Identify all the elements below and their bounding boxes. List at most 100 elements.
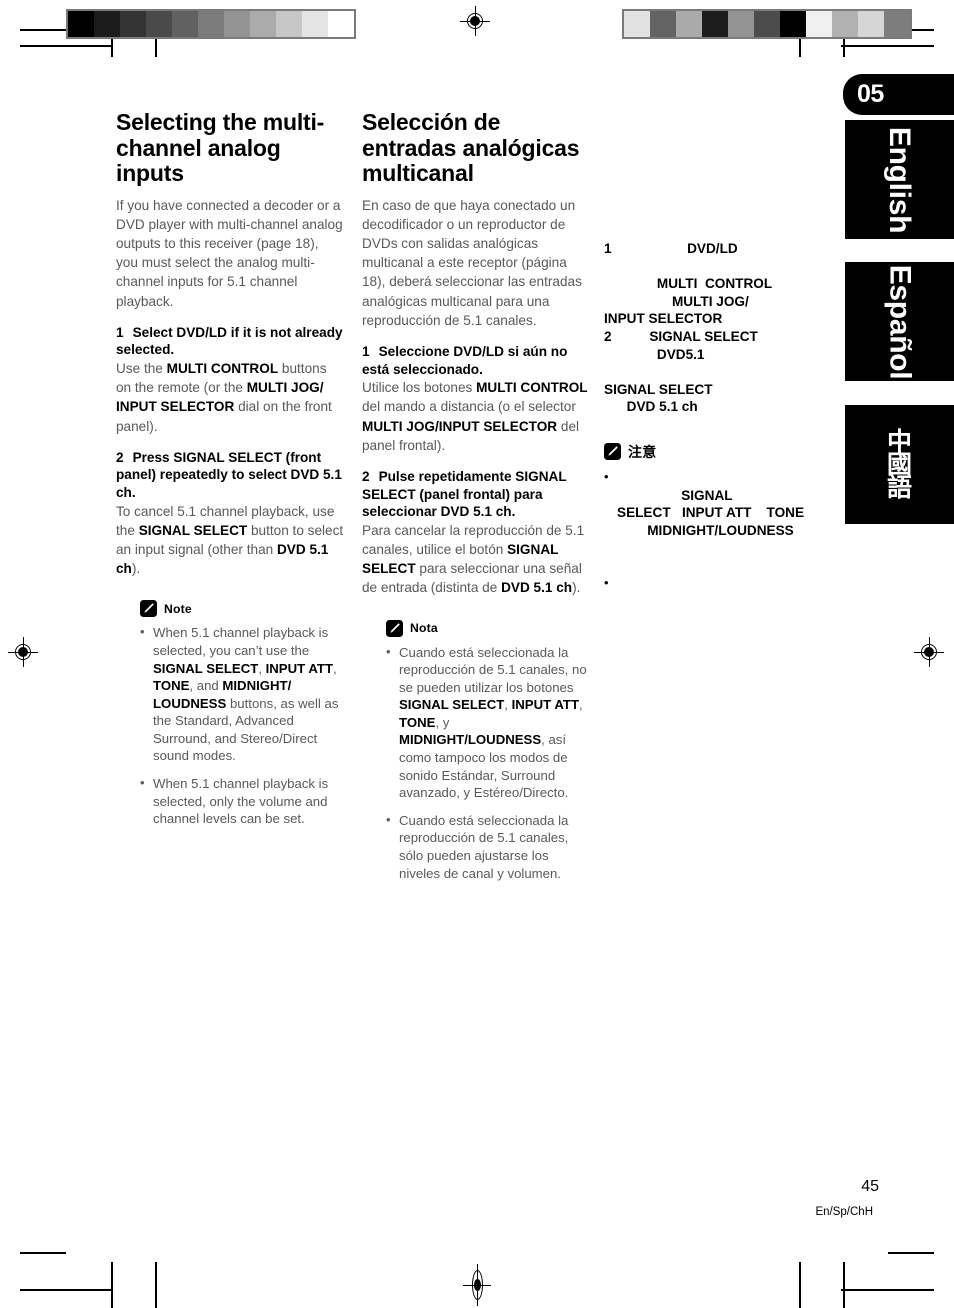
chapter-number-badge: 05 xyxy=(843,74,954,115)
column-espanol: Selección de entradas analógicas multica… xyxy=(362,109,592,892)
wedge-step-6 xyxy=(780,11,806,37)
step2-body-espanol: Para cancelar la reproducción de 5.1 can… xyxy=(362,521,592,598)
b: DVD 5.1 ch xyxy=(501,580,573,596)
t: Cuando está seleccionada la reproducción… xyxy=(399,812,569,881)
note-header-chinese: 注意 xyxy=(604,442,844,462)
t: del mando a distancia (o el selector xyxy=(362,399,576,415)
language-tab-chinese[interactable]: 中國語 xyxy=(845,405,954,524)
chinese-body-line: 2 SIGNAL SELECT xyxy=(604,328,758,344)
step2-title-english: 2 Press SIGNAL SELECT (front panel) repea… xyxy=(116,449,344,502)
step2-title-text-espanol: Pulse repetidamente SIGNAL SELECT (panel… xyxy=(362,468,567,520)
note-title-espanol: Nota xyxy=(410,621,438,636)
t: When 5.1 channel playback is selected, o… xyxy=(153,776,329,827)
intro-espanol: En caso de que haya conectado un decodif… xyxy=(362,197,582,328)
b: SIGNAL SELECT xyxy=(138,522,248,538)
b: TONE xyxy=(399,714,436,730)
wedge-step-8 xyxy=(276,11,302,37)
page-number: 45 xyxy=(861,1178,879,1195)
step1-body-espanol: Utilice los botones MULTI CONTROL del ma… xyxy=(362,378,592,455)
note-block-chinese: 注意 SIGNAL SELECT INPUT ATT TONE MIDNIGHT/… xyxy=(604,442,844,592)
wedge-step-7 xyxy=(250,11,276,37)
wedge-step-6 xyxy=(224,11,250,37)
chinese-body-line: MULTI CONTROL xyxy=(604,276,773,292)
wedge-step-1 xyxy=(650,11,676,37)
t: Cuando está seleccionada la reproducción… xyxy=(399,644,587,695)
t: , and xyxy=(189,678,223,694)
column-chinese: 1 DVD/LD MULTI CONTROL MULTI JOG/INPUT S… xyxy=(604,110,844,592)
t: , xyxy=(504,697,512,713)
chinese-body-line: INPUT SELECTOR xyxy=(604,311,723,327)
column-english: Selecting the multi-channel analog input… xyxy=(116,109,344,838)
wedge-step-2 xyxy=(676,11,702,37)
wedge-step-3 xyxy=(702,11,728,37)
step1-title-espanol: 1 Seleccione DVD/LD si aún no está selecc… xyxy=(362,343,592,378)
note-item: When 5.1 channel playback is selected, o… xyxy=(140,774,344,828)
wedge-step-4 xyxy=(172,11,198,37)
t: , xyxy=(579,697,583,713)
language-tab-chinese-glyph: 語 xyxy=(886,473,912,502)
chinese-body-lines: 1 DVD/LD MULTI CONTROL MULTI JOG/INPUT S… xyxy=(604,240,844,416)
registration-mark-right-middle xyxy=(914,637,944,667)
step1-number-espanol: 1 xyxy=(362,343,370,359)
chinese-body-line xyxy=(604,258,844,276)
b: MULTI CONTROL xyxy=(476,380,588,396)
wedge-step-1 xyxy=(94,11,120,37)
t: SIGNAL xyxy=(617,487,733,503)
note-item: Cuando está seleccionada la reproducción… xyxy=(386,643,592,802)
t: Use the xyxy=(116,360,167,376)
wedge-step-2 xyxy=(120,11,146,37)
step2-title-text-english: Press SIGNAL SELECT (front panel) repeat… xyxy=(116,449,342,500)
step2-number-espanol: 2 xyxy=(362,468,370,484)
language-tab-english[interactable]: English xyxy=(845,120,954,239)
t: When 5.1 channel playback is selected, y… xyxy=(153,625,329,658)
note-list-english: When 5.1 channel playback is selected, y… xyxy=(140,623,344,828)
chinese-body-line: SIGNAL SELECT xyxy=(604,381,713,397)
language-tab-espanol-label: Español xyxy=(883,264,917,379)
t: , y xyxy=(435,714,450,730)
note-list-espanol: Cuando está seleccionada la reproducción… xyxy=(386,643,592,883)
manual-page: 05 English Español 中國語 Selecting the mul… xyxy=(0,0,954,1308)
t: MIDNIGHT/LOUDNESS xyxy=(617,522,794,538)
note-item: SIGNAL SELECT INPUT ATT TONE MIDNIGHT/LOU… xyxy=(604,468,844,539)
chinese-body-line: DVD5.1 xyxy=(604,346,705,362)
b: INPUT ATT xyxy=(511,697,580,713)
chinese-body-line xyxy=(604,363,844,381)
t: ). xyxy=(572,580,581,596)
wedge-step-5 xyxy=(198,11,224,37)
wedge-step-5 xyxy=(754,11,780,37)
b: INPUT ATT xyxy=(265,660,334,676)
t: Utilice los botones xyxy=(362,380,477,396)
wedge-step-4 xyxy=(728,11,754,37)
note-block-english: Note When 5.1 channel playback is select… xyxy=(116,600,344,828)
wedge-step-9 xyxy=(302,11,328,37)
b: TONE xyxy=(153,678,190,694)
note-item: When 5.1 channel playback is selected, y… xyxy=(140,623,344,765)
b: MULTI JOG/INPUT SELECTOR xyxy=(362,418,558,434)
registration-mark-bottom-center xyxy=(463,1264,491,1306)
b: MIDNIGHT/LOUDNESS xyxy=(399,732,542,748)
step1-title-text-english: Select DVD/LD if it is not already selec… xyxy=(116,324,343,358)
note-list-chinese: SIGNAL SELECT INPUT ATT TONE MIDNIGHT/LOU… xyxy=(604,468,844,592)
chinese-body-line: 1 DVD/LD xyxy=(604,241,738,256)
wedge-step-10 xyxy=(328,11,354,37)
note-header-espanol: Nota xyxy=(386,619,592,637)
language-tab-english-label: English xyxy=(883,126,917,233)
language-tab-espanol[interactable]: Español xyxy=(845,262,954,381)
wedge-step-8 xyxy=(832,11,858,37)
t: ). xyxy=(131,561,141,577)
wedge-step-3 xyxy=(146,11,172,37)
pencil-icon xyxy=(386,619,403,637)
note-item: Cuando está seleccionada la reproducción… xyxy=(386,811,592,882)
grayscale-step-wedge-right xyxy=(622,9,912,39)
step2-body-english: To cancel 5.1 channel playback, use the … xyxy=(116,502,344,579)
language-tab-chinese-label: 中國語 xyxy=(886,429,912,502)
heading-espanol: Selección de entradas analógicas multica… xyxy=(362,109,580,186)
pencil-icon xyxy=(604,443,621,461)
t: , xyxy=(258,660,266,676)
intro-english: If you have connected a decoder or a DVD… xyxy=(116,197,343,309)
b: SIGNAL SELECT xyxy=(153,660,259,676)
registration-mark-left-middle xyxy=(8,637,38,667)
wedge-step-9 xyxy=(858,11,884,37)
heading-english: Selecting the multi-channel analog input… xyxy=(116,109,325,186)
step2-title-espanol: 2 Pulse repetidamente SIGNAL SELECT (pane… xyxy=(362,468,592,521)
